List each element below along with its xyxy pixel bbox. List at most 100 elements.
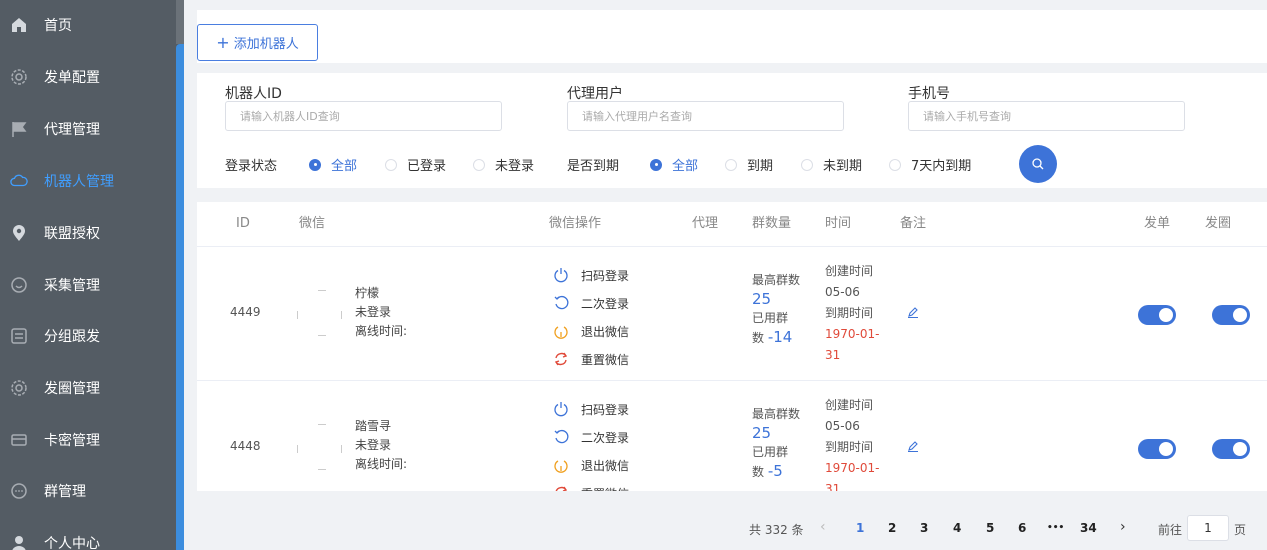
offline-time: 离线时间: xyxy=(355,324,408,338)
sidebar-item-label: 卡密管理 xyxy=(44,433,100,449)
phone-input[interactable]: 请输入手机号查询 xyxy=(908,101,1185,131)
agent-user-input[interactable]: 请输入代理用户名查询 xyxy=(567,101,844,131)
power-icon xyxy=(553,401,569,417)
next-page-icon[interactable]: › xyxy=(1120,519,1126,535)
reset-wechat-button[interactable]: 重置微信 xyxy=(553,479,629,491)
page-2[interactable]: 2 xyxy=(888,521,896,535)
wechat-ops: 扫码登录 二次登录 退出微信 重置微信 xyxy=(553,395,629,491)
search-button[interactable] xyxy=(1019,145,1057,183)
logout-wechat-button[interactable]: 退出微信 xyxy=(553,451,629,479)
sidebar-item-robots[interactable]: 机器人管理 xyxy=(0,161,176,201)
logout-icon xyxy=(553,323,569,339)
robot-table: ID 微信 微信操作 代理 群数量 时间 备注 发单 发圈 4449 柠檬 未登… xyxy=(197,202,1267,491)
sidebar-item-home[interactable]: 首页 xyxy=(0,5,176,45)
refresh-icon xyxy=(553,295,569,311)
max-groups: 25 xyxy=(752,290,772,308)
goto-label: 前往 xyxy=(1158,523,1183,537)
send-toggle[interactable] xyxy=(1138,439,1176,459)
flag-icon xyxy=(10,120,28,138)
sidebar-scrollbar[interactable] xyxy=(176,0,184,550)
wechat-avatar xyxy=(297,421,347,477)
wechat-avatar xyxy=(297,287,347,343)
robot-id-input[interactable]: 请输入机器人ID查询 xyxy=(225,101,502,131)
user-icon xyxy=(10,534,28,550)
expiry-label: 是否到期 xyxy=(567,159,620,174)
sidebar-item-label: 首页 xyxy=(44,18,72,34)
sidebar-item-label: 发单配置 xyxy=(44,70,100,86)
wechat-nickname: 柠檬 xyxy=(355,286,380,300)
relogin-button[interactable]: 二次登录 xyxy=(553,423,629,451)
circle-toggle[interactable] xyxy=(1212,439,1250,459)
scan-login-button[interactable]: 扫码登录 xyxy=(553,261,629,289)
login-status: 未登录 xyxy=(355,438,392,452)
expiry-7days-radio[interactable]: 7天内到期 xyxy=(889,155,971,174)
sidebar-item-agents[interactable]: 代理管理 xyxy=(0,109,176,149)
sidebar-item-label: 发圈管理 xyxy=(44,381,100,397)
sidebar-scrollbar-thumb[interactable] xyxy=(176,44,184,550)
offline-time: 离线时间: xyxy=(355,457,408,471)
chat-dots-icon xyxy=(10,482,28,500)
gear-icon xyxy=(10,68,28,86)
login-status-all-radio[interactable]: 全部 xyxy=(309,155,357,174)
sidebar-item-circle[interactable]: 发圈管理 xyxy=(0,368,176,408)
logout-wechat-button[interactable]: 退出微信 xyxy=(553,317,629,345)
max-groups: 25 xyxy=(752,424,772,442)
edit-remark-icon[interactable] xyxy=(907,440,919,456)
sidebar-item-label: 机器人管理 xyxy=(44,174,114,190)
robot-id-label: 机器人ID xyxy=(225,86,282,102)
column-header-send: 发单 xyxy=(1144,216,1171,231)
created-time: 05-06 xyxy=(825,419,860,433)
search-icon xyxy=(1032,158,1044,170)
time-info: 创建时间 05-06 到期时间 1970-01- 31 xyxy=(825,398,880,491)
logout-icon xyxy=(553,457,569,473)
page-6[interactable]: 6 xyxy=(1018,521,1026,535)
agent-user-label: 代理用户 xyxy=(567,86,623,102)
reset-wechat-button[interactable]: 重置微信 xyxy=(553,345,629,373)
column-header-wechat-ops: 微信操作 xyxy=(549,216,602,231)
sidebar-item-group-manage[interactable]: 群管理 xyxy=(0,471,176,511)
login-status-logged-radio[interactable]: 已登录 xyxy=(385,155,446,174)
sidebar-item-alliance[interactable]: 联盟授权 xyxy=(0,213,176,253)
column-header-time: 时间 xyxy=(825,216,852,231)
table-row: 4448 踏雪寻 未登录 离线时间: 扫码登录 二次登录 退出微信 最高群数 2… xyxy=(197,380,1267,491)
expiry-all-radio[interactable]: 全部 xyxy=(650,155,698,174)
prev-page-icon[interactable]: ‹ xyxy=(820,519,826,535)
sidebar-item-order-config[interactable]: 发单配置 xyxy=(0,57,176,97)
row-id: 4448 xyxy=(230,439,261,453)
main-content: + 添加机器人 机器人ID 请输入机器人ID查询 代理用户 请输入代理用户名查询… xyxy=(184,0,1267,550)
expiry-expired-radio[interactable]: 到期 xyxy=(725,155,773,174)
power-icon xyxy=(553,267,569,283)
sidebar-item-profile[interactable]: 个人中心 xyxy=(0,523,176,550)
circle-toggle[interactable] xyxy=(1212,305,1250,325)
card-icon xyxy=(10,431,28,449)
sidebar: 首页 发单配置 代理管理 机器人管理 联盟授权 采集管理 分组跟发 发圈管理 卡… xyxy=(0,0,176,550)
page-1[interactable]: 1 xyxy=(856,521,864,535)
group-count: 最高群数 25 已用群 数 -14 xyxy=(752,273,801,346)
chat-icon xyxy=(10,276,28,294)
login-status-label: 登录状态 xyxy=(225,159,278,174)
sidebar-item-label: 联盟授权 xyxy=(44,226,100,242)
scan-login-button[interactable]: 扫码登录 xyxy=(553,395,629,423)
column-header-circle: 发圈 xyxy=(1205,216,1232,231)
edit-remark-icon[interactable] xyxy=(907,306,919,322)
login-status-not-logged-radio[interactable]: 未登录 xyxy=(473,155,534,174)
more-pages-icon[interactable]: ••• xyxy=(1047,523,1064,533)
filter-panel: 机器人ID 请输入机器人ID查询 代理用户 请输入代理用户名查询 手机号 请输入… xyxy=(197,73,1267,188)
page-5[interactable]: 5 xyxy=(986,521,994,535)
page-3[interactable]: 3 xyxy=(920,521,928,535)
page-34[interactable]: 34 xyxy=(1080,521,1097,535)
add-robot-button[interactable]: + 添加机器人 xyxy=(197,24,318,61)
plus-icon: + xyxy=(216,33,230,52)
wechat-info: 柠檬 未登录 离线时间: xyxy=(355,284,407,341)
sidebar-item-group-follow[interactable]: 分组跟发 xyxy=(0,316,176,356)
sidebar-item-card[interactable]: 卡密管理 xyxy=(0,420,176,460)
goto-page-input[interactable]: 1 xyxy=(1187,515,1229,541)
send-toggle[interactable] xyxy=(1138,305,1176,325)
created-time: 05-06 xyxy=(825,285,860,299)
gear-icon xyxy=(10,379,28,397)
expiry-not-expired-radio[interactable]: 未到期 xyxy=(801,155,862,174)
page-4[interactable]: 4 xyxy=(953,521,961,535)
relogin-button[interactable]: 二次登录 xyxy=(553,289,629,317)
sidebar-item-collect[interactable]: 采集管理 xyxy=(0,265,176,305)
refresh-icon xyxy=(553,429,569,445)
